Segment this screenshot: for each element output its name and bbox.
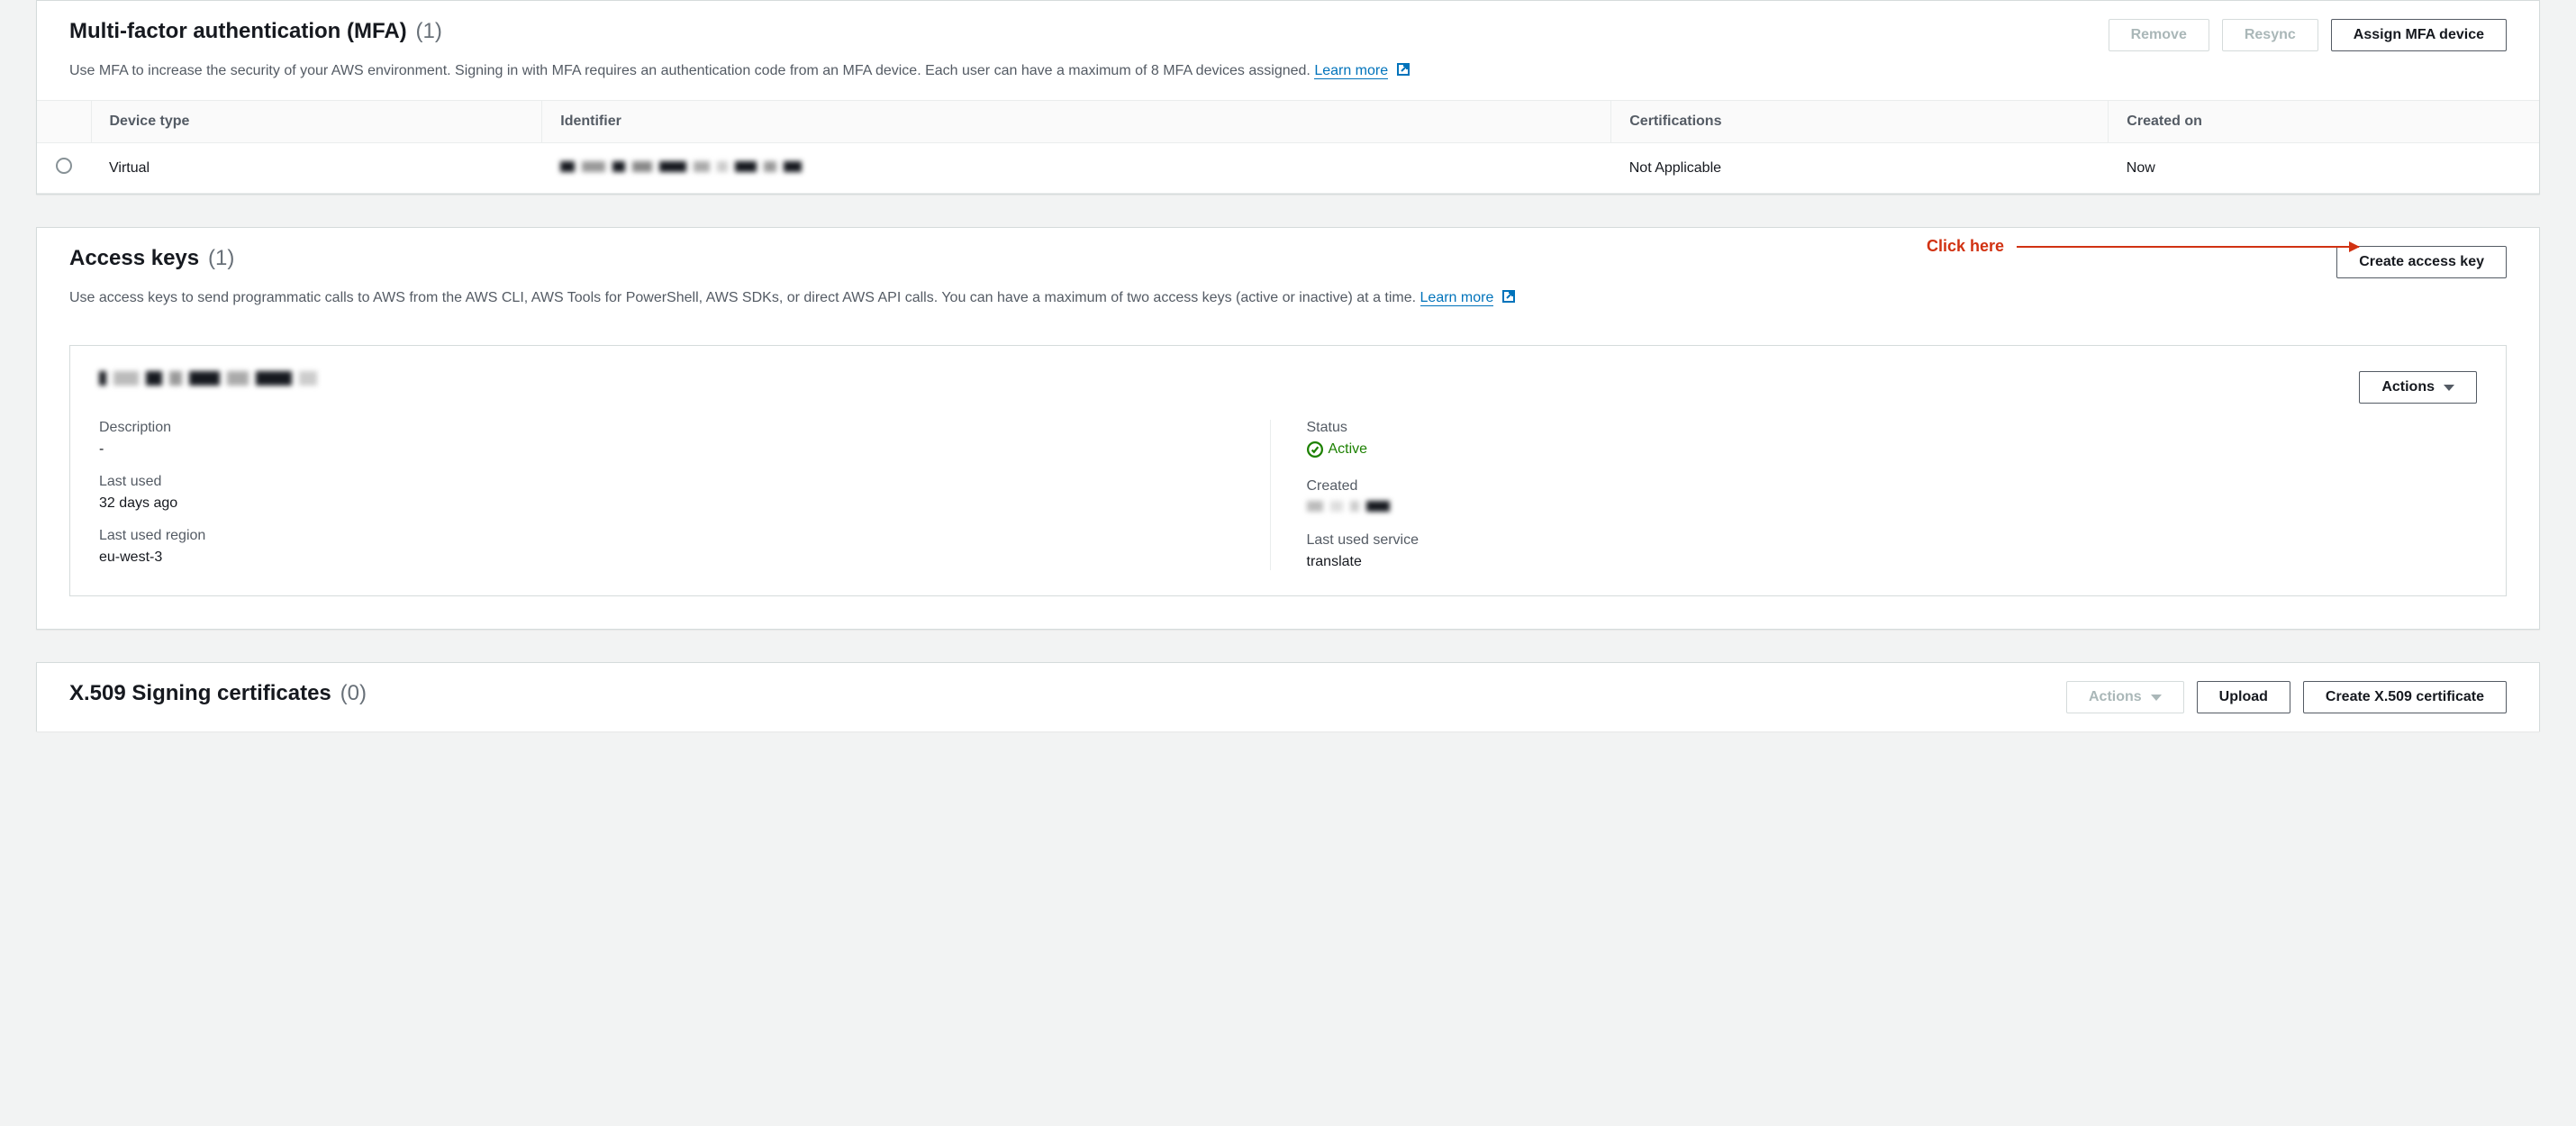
value-last-used: 32 days ago [99,495,1234,512]
caret-down-icon [2151,695,2162,701]
label-description: Description [99,420,1234,436]
label-last-used-service: Last used service [1307,532,2442,549]
mfa-description: Use MFA to increase the security of your… [37,51,2539,100]
cell-device-type: Virtual [91,143,542,194]
caret-down-icon [2444,385,2454,391]
external-link-icon [1501,289,1516,304]
create-access-key-button[interactable]: Create access key [2336,246,2507,278]
cell-created-on: Now [2109,143,2539,194]
access-learn-more-link[interactable]: Learn more [1420,290,1494,306]
value-last-used-service: translate [1307,554,2442,570]
x509-title: X.509 Signing certificates [69,681,331,705]
upload-button[interactable]: Upload [2197,681,2290,713]
redacted-text [1307,501,1390,512]
mfa-learn-more-link[interactable]: Learn more [1314,63,1388,79]
value-description: - [99,441,1234,458]
row-radio[interactable] [56,158,72,174]
value-created [1307,500,2442,516]
check-circle-icon [1307,441,1323,458]
external-link-icon [1396,62,1410,77]
col-certifications[interactable]: Certifications [1611,101,2109,143]
access-key-card: Actions Description - Last used 32 days … [69,345,2507,596]
mfa-title: Multi-factor authentication (MFA) [69,19,407,43]
table-row[interactable]: Virtual Not Applicable Now [37,143,2539,194]
value-last-used-region: eu-west-3 [99,549,1234,566]
col-created-on[interactable]: Created on [2109,101,2539,143]
access-keys-count: (1) [208,246,234,270]
cell-identifier [542,143,1611,194]
label-created: Created [1307,478,2442,495]
col-device-type[interactable]: Device type [91,101,542,143]
x509-count: (0) [340,681,367,705]
resync-button[interactable]: Resync [2222,19,2318,51]
col-identifier[interactable]: Identifier [542,101,1611,143]
x509-actions-button[interactable]: Actions [2066,681,2184,713]
create-x509-button[interactable]: Create X.509 certificate [2303,681,2507,713]
access-keys-description: Use access keys to send programmatic cal… [37,278,2539,327]
redacted-text [99,371,317,386]
mfa-table: Device type Identifier Certifications Cr… [37,100,2539,194]
cell-certifications: Not Applicable [1611,143,2109,194]
remove-button[interactable]: Remove [2109,19,2209,51]
assign-mfa-button[interactable]: Assign MFA device [2331,19,2507,51]
redacted-text [560,161,802,172]
status-badge: Active [1307,441,1368,458]
mfa-count: (1) [416,19,442,43]
x509-panel: X.509 Signing certificates (0) Actions U… [36,662,2540,731]
label-last-used-region: Last used region [99,528,1234,544]
label-status: Status [1307,420,2442,436]
access-key-actions-button[interactable]: Actions [2359,371,2477,404]
access-keys-title: Access keys [69,246,199,270]
access-keys-panel: Access keys (1) Create access key Click … [36,227,2540,630]
access-key-id [99,371,317,388]
mfa-panel: Multi-factor authentication (MFA) (1) Re… [36,0,2540,195]
label-last-used: Last used [99,474,1234,490]
